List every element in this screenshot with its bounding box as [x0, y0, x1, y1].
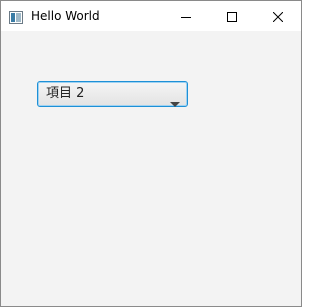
combo-selected-value: 項目 2: [46, 86, 85, 101]
java-app-icon: [9, 9, 23, 24]
maximize-button[interactable]: [209, 1, 255, 31]
window-content: 項目 2: [1, 31, 301, 306]
chevron-down-icon[interactable]: [170, 92, 180, 107]
item-combo-box[interactable]: 項目 2: [37, 81, 188, 107]
window-title: Hello World: [31, 9, 100, 23]
minimize-button[interactable]: [163, 1, 209, 31]
title-bar[interactable]: Hello World: [1, 1, 301, 31]
close-icon: [272, 7, 284, 26]
minimize-icon: [181, 7, 191, 26]
application-window: Hello World 項目 2: [0, 0, 302, 307]
close-button[interactable]: [255, 1, 301, 31]
maximize-icon: [227, 7, 237, 26]
